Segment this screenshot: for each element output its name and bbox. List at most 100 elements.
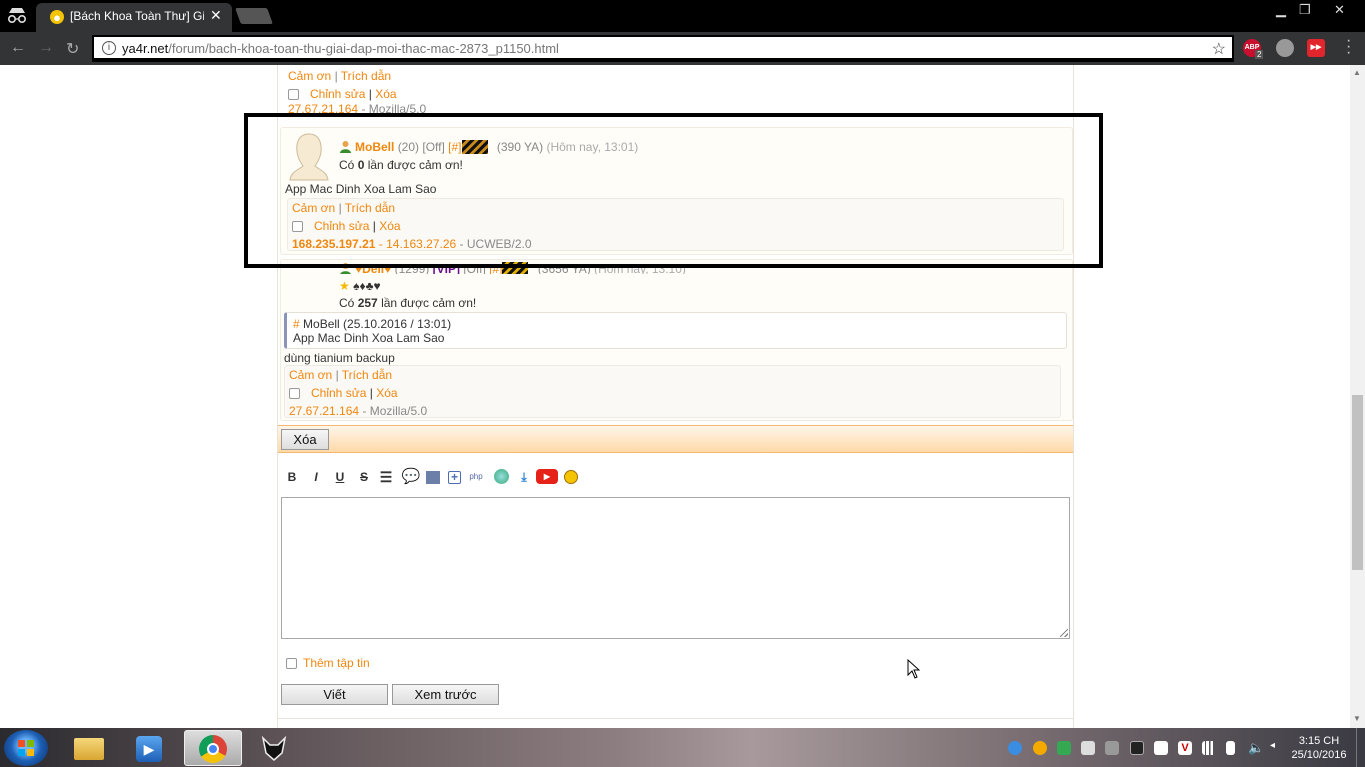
close-window-icon[interactable]: ✕ — [1334, 2, 1345, 18]
extension-red-icon[interactable]: ▶▶ — [1307, 39, 1325, 57]
forward-icon[interactable]: → — [38, 39, 54, 57]
reply-select-checkbox[interactable] — [289, 388, 300, 400]
php-code-icon[interactable]: php — [468, 469, 484, 485]
youtube-icon[interactable]: ▶ — [536, 469, 558, 484]
browser-titlebar: [Bách Khoa Toàn Thư] Gi ✕ ▁ ❐ ✕ — [0, 0, 1365, 32]
chrome-menu-icon[interactable]: · · · — [1346, 33, 1351, 61]
chrome-taskbar-item[interactable] — [184, 730, 242, 766]
reply-footer: Cảm ơn | Trích dẫn Chỉnh sửa | Xóa 27.67… — [284, 365, 1061, 418]
quote-text: App Mac Dinh Xoa Lam Sao — [293, 331, 445, 345]
show-desktop-button[interactable] — [1356, 728, 1365, 767]
reply-quote-link[interactable]: Trích dẫn — [342, 368, 392, 382]
prev-thanks-link[interactable]: Cảm ơn — [288, 69, 331, 83]
message-textarea[interactable] — [281, 497, 1070, 639]
smiley-icon[interactable] — [564, 470, 578, 484]
tray-chrome-icon[interactable] — [1057, 741, 1071, 755]
folder-icon — [74, 738, 104, 760]
taskbar-clock[interactable]: 3:15 CH 25/10/2016 — [1290, 734, 1348, 762]
prev-delete-link[interactable]: Xóa — [375, 87, 396, 101]
incognito-icon — [7, 8, 27, 24]
reply-ip: 27.67.21.164 — [289, 404, 360, 418]
reply-signature: ★ ♠♦♣♥ — [339, 279, 381, 293]
bold-button[interactable]: B — [284, 469, 300, 485]
browser-toolbar: ← → ↻ i ya4r.net/forum/bach-khoa-toan-th… — [0, 32, 1365, 65]
insert-icon[interactable]: + — [448, 471, 461, 484]
page-scrollbar[interactable]: ▲ ▼ — [1350, 65, 1365, 728]
info-icon[interactable]: i — [102, 41, 116, 55]
scroll-up-icon[interactable]: ▲ — [1353, 68, 1361, 77]
attach-file-row: Thêm tập tin — [286, 656, 370, 670]
windows-taskbar: ▶ V 🔈 ◂ 3:15 CH 25/10/2016 — [0, 728, 1365, 767]
reply-quote-block: # MoBell (25.10.2016 / 13:01) App Mac Di… — [284, 312, 1067, 349]
section-divider — [278, 718, 1073, 719]
reply-content: dùng tianium backup — [284, 351, 395, 365]
url-text: ya4r.net/forum/bach-khoa-toan-thu-giai-d… — [122, 41, 559, 56]
quote-hash-link[interactable]: # — [293, 317, 300, 331]
prev-edit-link[interactable]: Chỉnh sửa — [310, 87, 365, 101]
italic-button[interactable]: I — [308, 469, 324, 485]
preview-button[interactable]: Xem trước — [392, 684, 499, 705]
prev-post-footer: Cảm ơn | Trích dẫn Chỉnh sửa | Xóa 27.67… — [288, 69, 427, 115]
tray-expand-icon[interactable]: ◂ — [1270, 740, 1275, 751]
back-icon[interactable]: ← — [10, 39, 26, 57]
attach-file-label[interactable]: Thêm tập tin — [303, 656, 370, 670]
star-icon: ★ — [339, 279, 350, 293]
new-tab-button[interactable] — [235, 8, 273, 24]
prev-quote-link[interactable]: Trích dẫn — [341, 69, 391, 83]
scroll-down-icon[interactable]: ▼ — [1353, 714, 1361, 723]
attach-file-checkbox[interactable] — [286, 658, 297, 670]
chrome-icon — [199, 735, 227, 763]
browser-tab-active[interactable]: [Bách Khoa Toàn Thư] Gi ✕ — [36, 3, 232, 32]
quote-header: MoBell (25.10.2016 / 13:01) — [303, 317, 452, 331]
restore-icon[interactable]: ❐ — [1299, 2, 1311, 18]
tray-v-icon[interactable]: V — [1178, 741, 1192, 755]
scroll-thumb[interactable] — [1352, 395, 1363, 570]
start-button[interactable] — [4, 730, 48, 766]
media-player-icon: ▶ — [136, 736, 162, 762]
alien-app-icon — [261, 735, 287, 761]
highlight-box — [244, 113, 1103, 268]
underline-button[interactable]: U — [332, 469, 348, 485]
image-icon[interactable] — [426, 471, 440, 484]
reply-thanks-count: Có 257 lần được cảm ơn! — [339, 296, 477, 310]
close-tab-icon[interactable]: ✕ — [210, 7, 222, 24]
app-taskbar-item[interactable] — [244, 730, 302, 766]
tray-signal-icon[interactable] — [1202, 741, 1216, 755]
reply-edit-link[interactable]: Chỉnh sửa — [311, 386, 366, 400]
prev-select-checkbox[interactable] — [288, 89, 299, 101]
reply-thanks-link[interactable]: Cảm ơn — [289, 368, 332, 382]
adblock-badge: 2 — [1255, 50, 1264, 59]
address-bar[interactable]: i ya4r.net/forum/bach-khoa-toan-thu-giai… — [92, 35, 1234, 62]
download-icon[interactable]: ⤓ — [516, 469, 532, 485]
submit-post-button[interactable]: Viết — [281, 684, 388, 705]
tray-capture-icon[interactable] — [1081, 741, 1095, 755]
strike-button[interactable]: S — [356, 469, 372, 485]
minimize-icon[interactable]: ▁ — [1276, 2, 1286, 18]
link-globe-icon[interactable] — [494, 469, 509, 484]
extension-grey-icon[interactable] — [1276, 39, 1294, 57]
explorer-taskbar-item[interactable] — [60, 730, 118, 766]
media-taskbar-item[interactable]: ▶ — [120, 730, 178, 766]
windows-logo-icon — [18, 740, 34, 756]
delete-selected-button[interactable]: Xóa — [281, 429, 329, 450]
tray-monitor-icon[interactable] — [1130, 741, 1144, 755]
tray-network-icon[interactable] — [1008, 741, 1022, 755]
favicon-icon — [50, 10, 64, 24]
reply-agent: Mozilla/5.0 — [369, 404, 428, 418]
tray-volume-icon[interactable]: 🔈 — [1248, 741, 1264, 755]
tab-title: [Bách Khoa Toàn Thư] Gi — [70, 9, 204, 23]
tray-battery-icon[interactable] — [1226, 741, 1235, 755]
tray-flag-icon[interactable] — [1154, 741, 1168, 755]
align-center-icon[interactable]: ☰ — [378, 469, 394, 485]
quote-bubble-icon[interactable]: 💬 — [400, 469, 422, 485]
tray-gear-icon[interactable] — [1105, 741, 1119, 755]
moderation-bar: Xóa — [278, 425, 1073, 453]
clock-date: 25/10/2016 — [1291, 749, 1347, 761]
tray-app-icon[interactable] — [1033, 741, 1047, 755]
resize-grip-icon[interactable] — [1060, 629, 1068, 637]
mouse-cursor-icon — [907, 659, 920, 679]
bookmark-star-icon[interactable]: ☆ — [1212, 39, 1226, 59]
reload-icon[interactable]: ↻ — [66, 39, 79, 59]
reply-delete-link[interactable]: Xóa — [376, 386, 397, 400]
clock-time: 3:15 CH — [1298, 735, 1340, 747]
